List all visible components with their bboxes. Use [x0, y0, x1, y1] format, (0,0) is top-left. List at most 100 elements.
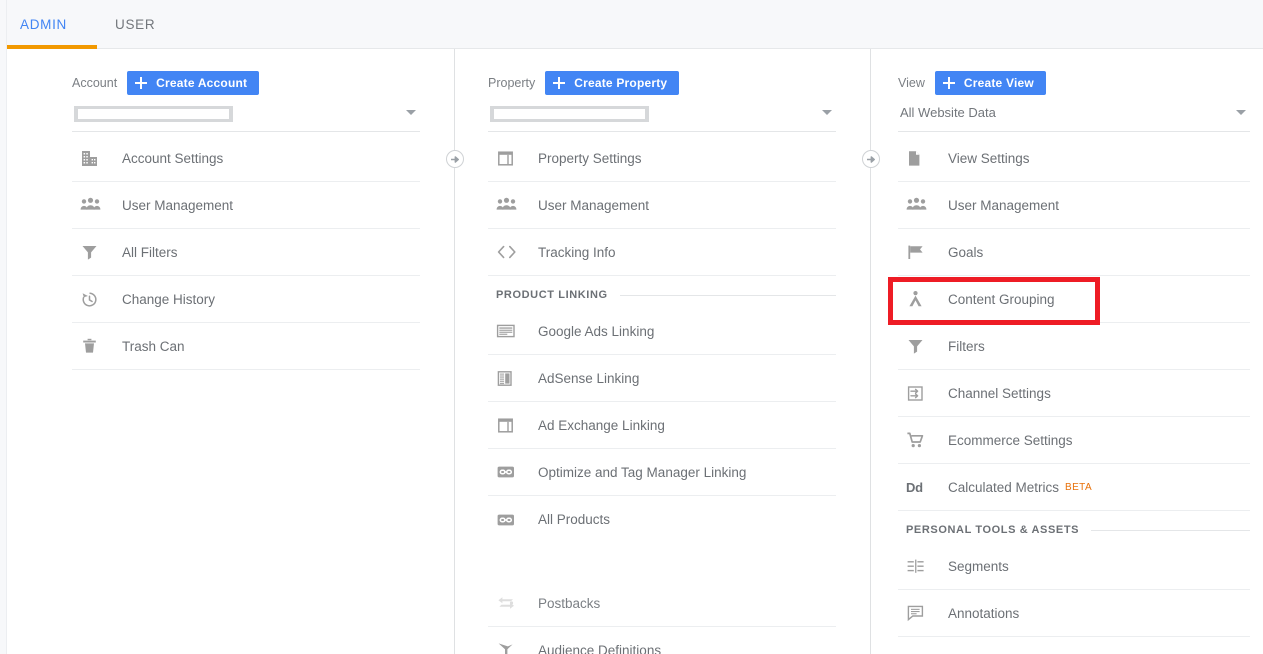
menu-item-user-management[interactable]: User Management [72, 182, 420, 229]
column-divider-account-property [454, 49, 455, 654]
view-selector-value: All Website Data [900, 105, 996, 120]
tab-user[interactable]: USER [115, 0, 155, 49]
people-icon [80, 197, 108, 213]
document-icon [906, 149, 934, 168]
section-header-rule [619, 294, 836, 296]
property-label: Property [488, 76, 536, 90]
audience-icon [496, 641, 524, 654]
create-property-label: Create Property [574, 76, 668, 90]
cart-icon [906, 431, 934, 449]
create-view-button[interactable]: Create View [934, 71, 1046, 95]
menu-item-label: Audience Definitions [538, 642, 662, 654]
account-column-header: Account Create Account [72, 71, 260, 95]
menu-item-view-settings[interactable]: View Settings [898, 135, 1250, 182]
menu-item-filters[interactable]: Filters [898, 323, 1250, 370]
arrow-right-icon-account-to-property[interactable] [446, 150, 464, 168]
account-column: Account Create Account Account Settings … [72, 49, 427, 654]
menu-item-goals[interactable]: Goals [898, 229, 1250, 276]
status-badge-beta: BETA [1065, 481, 1093, 493]
menu-item-label: Content Grouping [948, 291, 1055, 307]
menu-item-channel-settings[interactable]: Channel Settings [898, 370, 1250, 417]
menu-item-content-grouping[interactable]: Content Grouping [898, 276, 1250, 323]
menu-item-label: Annotations [948, 605, 1020, 621]
menu-item-label: Ad Exchange Linking [538, 417, 665, 433]
menu-item-label: AdSense Linking [538, 370, 640, 386]
menu-item-calculated-metrics[interactable]: Dd Calculated Metrics BETA [898, 464, 1250, 511]
plus-icon [553, 77, 566, 89]
account-selector[interactable] [72, 104, 420, 132]
view-selector[interactable]: All Website Data [898, 104, 1250, 132]
menu-item-all-products[interactable]: All Products [488, 496, 836, 543]
chevron-down-icon [1236, 110, 1246, 115]
adsense-icon [496, 370, 524, 387]
annotations-icon [906, 604, 934, 622]
menu-item-label: Tracking Info [538, 244, 616, 260]
people-icon [906, 197, 934, 213]
funnel-icon [80, 243, 108, 262]
menu-item-annotations[interactable]: Annotations [898, 590, 1250, 637]
column-divider-property-view [870, 49, 871, 654]
menu-item-user-management[interactable]: User Management [488, 182, 836, 229]
menu-item-audience-definitions[interactable]: Audience Definitions [488, 627, 836, 654]
menu-item-label: Google Ads Linking [538, 323, 655, 339]
menu-item-label: Optimize and Tag Manager Linking [538, 464, 747, 480]
section-header-label: PERSONAL TOOLS & ASSETS [906, 524, 1080, 536]
menu-item-label: Filters [948, 338, 985, 354]
menu-item-all-filters[interactable]: All Filters [72, 229, 420, 276]
property-selector-loading [490, 106, 649, 122]
menu-item-label: All Filters [122, 244, 178, 260]
section-header-label: PRODUCT LINKING [496, 289, 608, 301]
tab-admin[interactable]: ADMIN [20, 0, 67, 49]
menu-item-segments[interactable]: Segments [898, 543, 1250, 590]
menu-item-user-management[interactable]: User Management [898, 182, 1250, 229]
arrow-right-icon-property-to-view[interactable] [862, 150, 880, 168]
menu-item-label: Postbacks [538, 595, 601, 611]
section-header-personal-tools: PERSONAL TOOLS & ASSETS [898, 511, 1250, 543]
menu-item-trash-can[interactable]: Trash Can [72, 323, 420, 370]
channel-icon [906, 384, 934, 403]
menu-item-adsense-linking[interactable]: AdSense Linking [488, 355, 836, 402]
trash-icon [80, 337, 108, 356]
property-menu: Property Settings User Management Tracki… [488, 135, 836, 654]
admin-columns: Account Create Account Account Settings … [7, 49, 1263, 654]
menu-item-label: Segments [948, 558, 1009, 574]
property-selector[interactable] [488, 104, 836, 132]
plus-icon [942, 77, 955, 89]
window-icon [496, 149, 524, 168]
chevron-down-icon [406, 110, 416, 115]
menu-item-label: User Management [948, 197, 1060, 213]
menu-item-property-settings[interactable]: Property Settings [488, 135, 836, 182]
create-property-button[interactable]: Create Property [545, 71, 680, 95]
link-icon [496, 512, 524, 528]
view-menu: View Settings User Management Goals Cont… [898, 135, 1250, 637]
view-column: View Create View All Website Data View S… [898, 49, 1256, 654]
postbacks-icon [496, 594, 524, 612]
menu-item-label: User Management [122, 197, 234, 213]
tab-admin-label: ADMIN [20, 17, 67, 32]
menu-item-optimize-tag-manager-linking[interactable]: Optimize and Tag Manager Linking [488, 449, 836, 496]
menu-item-tracking-info[interactable]: Tracking Info [488, 229, 836, 276]
create-account-label: Create Account [156, 76, 248, 90]
menu-item-label: Account Settings [122, 150, 224, 166]
code-brackets-icon [496, 244, 524, 260]
menu-item-label: Property Settings [538, 150, 642, 166]
admin-page: ADMIN USER Account Create Account Accoun… [0, 0, 1263, 654]
menu-item-account-settings[interactable]: Account Settings [72, 135, 420, 182]
menu-item-ad-exchange-linking[interactable]: Ad Exchange Linking [488, 402, 836, 449]
link-icon [496, 464, 524, 480]
account-selector-loading [74, 106, 233, 122]
menu-item-ecommerce-settings[interactable]: Ecommerce Settings [898, 417, 1250, 464]
menu-item-postbacks[interactable]: Postbacks [488, 580, 836, 627]
top-tab-bar: ADMIN USER [7, 0, 1263, 49]
menu-item-label: Channel Settings [948, 385, 1051, 401]
create-account-button[interactable]: Create Account [127, 71, 260, 95]
menu-item-label: Change History [122, 291, 216, 307]
chevron-down-icon [822, 110, 832, 115]
segments-icon [906, 558, 934, 575]
menu-item-google-ads-linking[interactable]: Google Ads Linking [488, 308, 836, 355]
menu-item-change-history[interactable]: Change History [72, 276, 420, 323]
history-icon [80, 290, 108, 309]
section-header-product-linking: PRODUCT LINKING [488, 276, 836, 308]
create-view-label: Create View [963, 76, 1034, 90]
view-column-header: View Create View [898, 71, 1046, 95]
